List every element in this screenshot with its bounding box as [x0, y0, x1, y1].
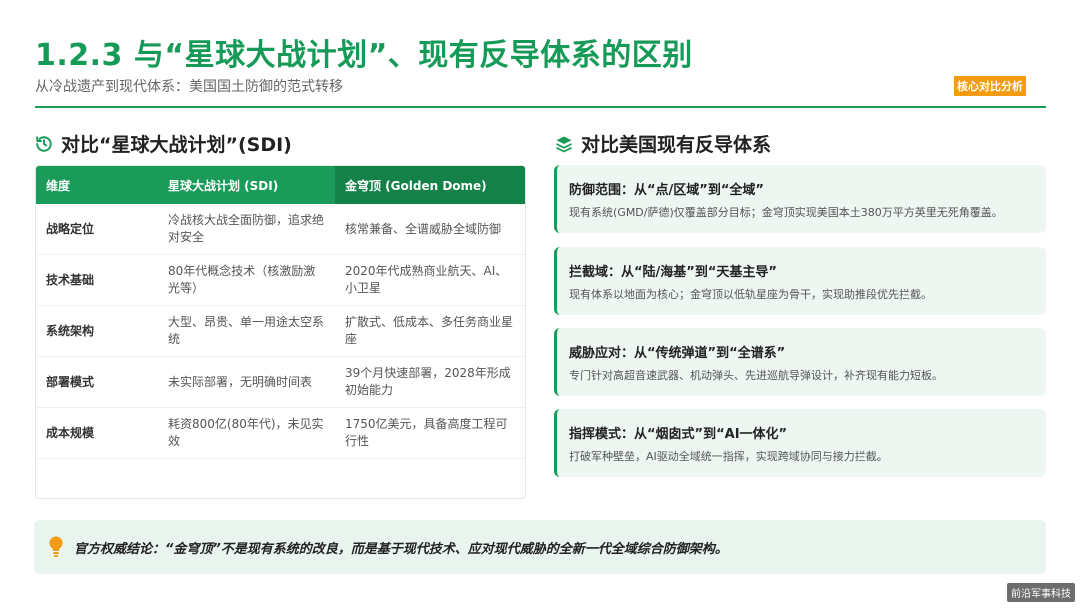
page-subtitle: 从冷战遗产到现代体系：美国国土防御的范式转移: [35, 79, 343, 95]
table-row: 部署模式 未实际部署，无明确时间表 39个月快速部署，2028年形成初始能力: [36, 357, 525, 408]
sdi-section-heading: 对比“星球大战计划”(SDI): [35, 130, 292, 157]
card-title: 拦截域：从“陆/海基”到“天基主导”: [569, 265, 777, 280]
lightbulb-icon: [48, 536, 64, 558]
card-threat-response: 威胁应对：从“传统弹道”到“全谱系” 专门针对高超音速武器、机动弹头、先进巡航导…: [554, 328, 1046, 396]
card-description: 专门针对高超音速武器、机动弹头、先进巡航导弹设计，补齐现有能力短板。: [569, 369, 943, 382]
table-row: 系统架构 大型、昂贵、单一用途太空系统 扩散式、低成本、多任务商业星座: [36, 306, 525, 357]
table-cell-sdi: 80年代概念技术（核激励激光等）: [168, 264, 316, 295]
sdi-section-title: 对比“星球大战计划”(SDI): [61, 134, 292, 156]
card-command-mode: 指挥模式：从“烟囱式”到“AI一体化” 打破军种壁垒，AI驱动全域统一指挥，实现…: [554, 409, 1046, 477]
table-header-sdi: 星球大战计划 (SDI): [168, 178, 279, 193]
card-title: 指挥模式：从“烟囱式”到“AI一体化”: [569, 427, 788, 442]
page-title: 1.2.3 与“星球大战计划”、现有反导体系的区别: [35, 38, 693, 73]
table-cell-sdi: 大型、昂贵、单一用途太空系统: [168, 315, 325, 346]
card-title: 防御范围：从“点/区域”到“全域”: [569, 183, 764, 198]
watermark-label: 前沿军事科技: [1007, 583, 1075, 602]
table-cell-dimension: 战略定位: [46, 221, 95, 236]
table-row: 技术基础 80年代概念技术（核激励激光等） 2020年代成熟商业航天、AI、小卫…: [36, 255, 525, 306]
card-description: 现有系统(GMD/萨德)仅覆盖部分目标；金穹顶实现美国本土380万平方英里无死角…: [569, 206, 1003, 219]
table-cell-dimension: 成本规模: [46, 425, 95, 440]
table-cell-golden-dome: 核常兼备、全谱威胁全域防御: [345, 221, 502, 236]
official-conclusion-banner: 官方权威结论：“金穹顶”不是现有系统的改良，而是基于现代技术、应对现代威胁的全新…: [34, 520, 1046, 574]
table-cell-sdi: 未实际部署，无明确时间表: [168, 374, 313, 389]
card-defense-scope: 防御范围：从“点/区域”到“全域” 现有系统(GMD/萨德)仅覆盖部分目标；金穹…: [554, 165, 1046, 233]
card-description: 现有体系以地面为核心；金穹顶以低轨星座为骨干，实现助推段优先拦截。: [569, 288, 932, 301]
core-comparison-badge: 核心对比分析: [954, 76, 1026, 96]
missile-defense-section-title: 对比美国现有反导体系: [581, 134, 772, 156]
table-cell-golden-dome: 扩散式、低成本、多任务商业星座: [345, 315, 514, 346]
table-cell-golden-dome: 2020年代成熟商业航天、AI、小卫星: [345, 264, 508, 295]
table-row: 成本规模 耗资800亿(80年代)，未见实效 1750亿美元，具备高度工程可行性: [36, 408, 525, 459]
conclusion-text: 官方权威结论：“金穹顶”不是现有系统的改良，而是基于现代技术、应对现代威胁的全新…: [74, 541, 728, 557]
table-cell-dimension: 部署模式: [46, 374, 95, 389]
missile-defense-section-heading: 对比美国现有反导体系: [555, 130, 771, 157]
table-row: 战略定位 冷战核大战全面防御，追求绝对安全 核常兼备、全谱威胁全域防御: [36, 204, 525, 255]
header-divider: [35, 106, 1046, 108]
table-cell-dimension: 系统架构: [46, 323, 95, 338]
table-cell-sdi: 耗资800亿(80年代)，未见实效: [168, 417, 324, 448]
card-title: 威胁应对：从“传统弹道”到“全谱系”: [569, 346, 786, 361]
layers-icon: [555, 135, 573, 153]
table-header-dimension: 维度: [46, 178, 71, 193]
table-cell-dimension: 技术基础: [46, 272, 95, 287]
table-cell-golden-dome: 1750亿美元，具备高度工程可行性: [345, 417, 508, 448]
history-icon: [35, 135, 53, 153]
card-description: 打破军种壁垒，AI驱动全域统一指挥，实现跨域协同与接力拦截。: [569, 450, 888, 463]
comparison-table: 维度 星球大战计划 (SDI) 金穹顶 (Golden Dome) 战略定位 冷…: [35, 165, 526, 499]
card-intercept-domain: 拦截域：从“陆/海基”到“天基主导” 现有体系以地面为核心；金穹顶以低轨星座为骨…: [554, 247, 1046, 315]
table-header: 维度 星球大战计划 (SDI) 金穹顶 (Golden Dome): [36, 166, 525, 204]
table-cell-golden-dome: 39个月快速部署，2028年形成初始能力: [345, 366, 511, 397]
table-cell-sdi: 冷战核大战全面防御，追求绝对安全: [168, 213, 325, 244]
table-header-golden-dome: 金穹顶 (Golden Dome): [335, 166, 525, 204]
